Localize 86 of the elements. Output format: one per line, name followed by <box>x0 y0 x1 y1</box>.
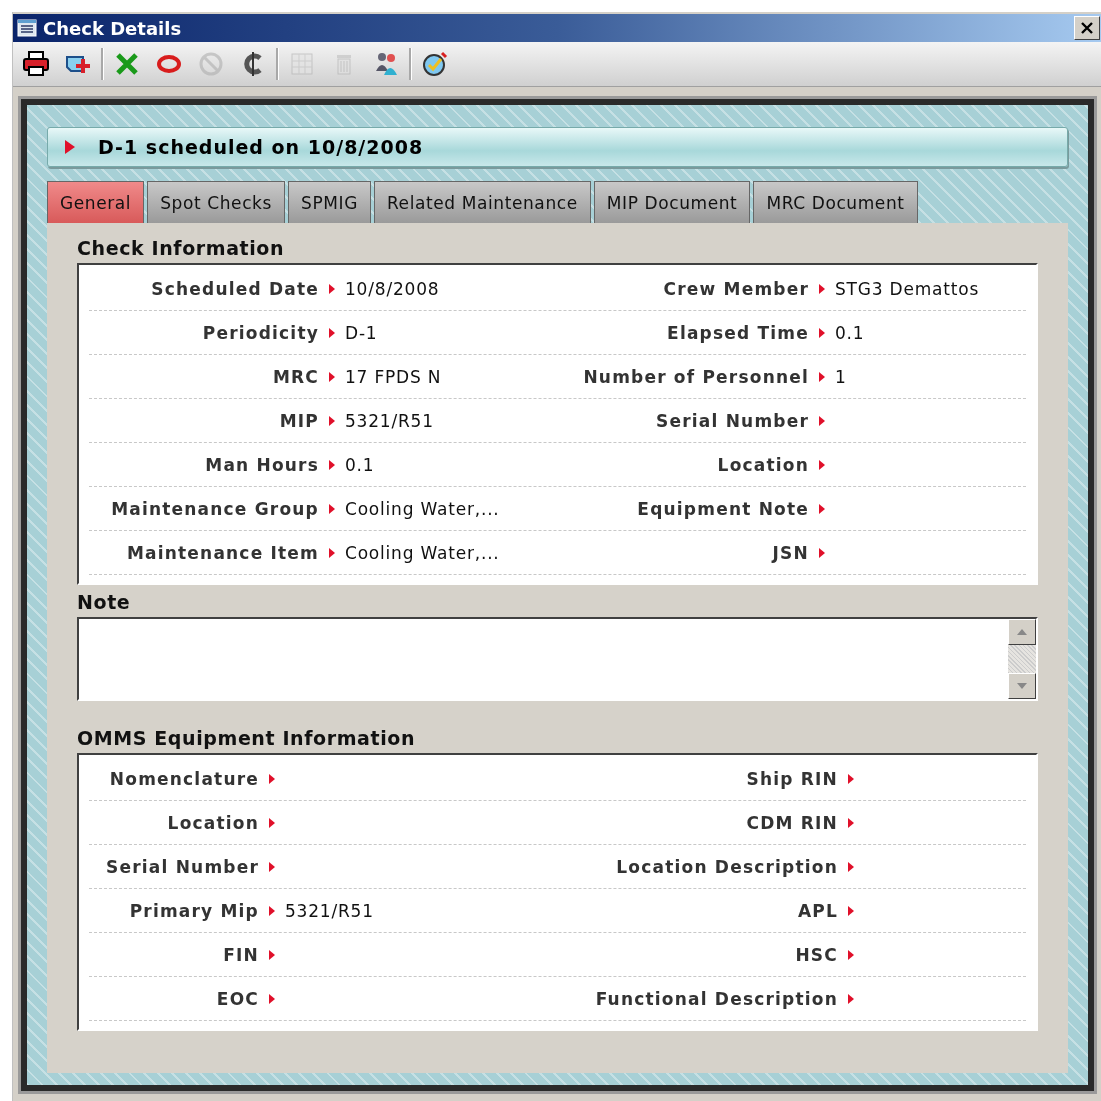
field-label: Nomenclature <box>108 768 259 789</box>
pointer-icon <box>329 459 335 470</box>
field-label: Serial Number <box>655 410 809 431</box>
field-label: MRC <box>271 366 319 387</box>
pointer-icon <box>848 993 854 1004</box>
pointer-icon <box>269 817 275 828</box>
pointer-icon <box>269 993 275 1004</box>
note-field[interactable] <box>77 617 1038 701</box>
tab[interactable]: Related Maintenance <box>373 181 591 223</box>
field-value: Cooling Water,... <box>345 498 500 519</box>
print-icon <box>21 49 51 79</box>
field-label: Equipment Note <box>636 498 809 519</box>
field-label: Scheduled Date <box>150 278 319 299</box>
up-arrow-icon <box>1016 628 1028 636</box>
triangle-icon <box>64 139 76 155</box>
field-label: Primary Mip <box>128 900 259 921</box>
globe-check-icon <box>420 49 450 79</box>
pointer-icon <box>848 817 854 828</box>
field-value: 1 <box>835 366 847 387</box>
field-label: APL <box>796 900 838 921</box>
field-label: HSC <box>794 944 838 965</box>
scroll-down-button[interactable] <box>1008 673 1036 699</box>
field-label: Number of Personnel <box>582 366 809 387</box>
field-value: 10/8/2008 <box>345 278 440 299</box>
field-value: 0.1 <box>835 322 865 343</box>
pointer-icon <box>848 861 854 872</box>
pointer-icon <box>269 861 275 872</box>
pointer-icon <box>819 459 825 470</box>
pointer-icon <box>848 949 854 960</box>
field-label: Location <box>166 812 259 833</box>
window-title: Check Details <box>43 17 183 39</box>
pointer-icon <box>819 327 825 338</box>
field-label: Maintenance Item <box>125 542 319 563</box>
field-label: Location Description <box>615 856 838 877</box>
close-button[interactable] <box>1074 16 1100 40</box>
pointer-icon <box>329 371 335 382</box>
tab[interactable]: MIP Document <box>593 181 751 223</box>
down-arrow-icon <box>1016 682 1028 690</box>
field-label: CDM RIN <box>745 812 838 833</box>
field-label: Serial Number <box>105 856 259 877</box>
field-value: 17 FPDS N <box>345 366 442 387</box>
pointer-icon <box>329 327 335 338</box>
pointer-icon <box>819 547 825 558</box>
field-label: Functional Description <box>594 988 838 1009</box>
field-value: 0.1 <box>345 454 375 475</box>
pointer-icon <box>269 949 275 960</box>
field-label: Maintenance Group <box>110 498 319 519</box>
field-label: EOC <box>215 988 259 1009</box>
field-value: Cooling Water,... <box>345 542 500 563</box>
field-value: D-1 <box>345 322 378 343</box>
close-icon <box>1080 21 1094 35</box>
pointer-icon <box>819 283 825 294</box>
pointer-icon <box>848 905 854 916</box>
pointer-icon <box>329 415 335 426</box>
section-title: OMMS Equipment Information <box>77 727 417 749</box>
field-label: Elapsed Time <box>666 322 809 343</box>
tab[interactable]: General <box>47 181 145 223</box>
tab[interactable]: MRC Document <box>753 181 918 223</box>
field-label: MIP <box>278 410 319 431</box>
pointer-icon <box>819 415 825 426</box>
field-label: Crew Member <box>662 278 809 299</box>
field-label: Ship RIN <box>745 768 838 789</box>
tab[interactable]: SPMIG <box>288 181 371 223</box>
field-label: Periodicity <box>201 322 319 343</box>
section-title: Check Information <box>77 237 286 259</box>
section-title: Note <box>77 591 132 613</box>
field-label: JSN <box>770 542 809 563</box>
pointer-icon <box>269 773 275 784</box>
pointer-icon <box>329 503 335 514</box>
window-icon <box>17 19 37 37</box>
field-value: 5321/R51 <box>285 900 374 921</box>
field-label: Location <box>716 454 809 475</box>
scrollbar-track <box>1008 645 1036 673</box>
field-value: 5321/R51 <box>345 410 434 431</box>
pointer-icon <box>819 371 825 382</box>
tab[interactable]: Spot Checks <box>147 181 285 223</box>
field-value: STG3 Demattos <box>835 278 980 299</box>
header-title: D-1 scheduled on 10/8/2008 <box>98 136 424 158</box>
pointer-icon <box>329 283 335 294</box>
field-label: Man Hours <box>204 454 319 475</box>
field-label: FIN <box>222 944 259 965</box>
pointer-icon <box>329 547 335 558</box>
pointer-icon <box>848 773 854 784</box>
pointer-icon <box>819 503 825 514</box>
pointer-icon <box>269 905 275 916</box>
scroll-up-button[interactable] <box>1008 619 1036 645</box>
